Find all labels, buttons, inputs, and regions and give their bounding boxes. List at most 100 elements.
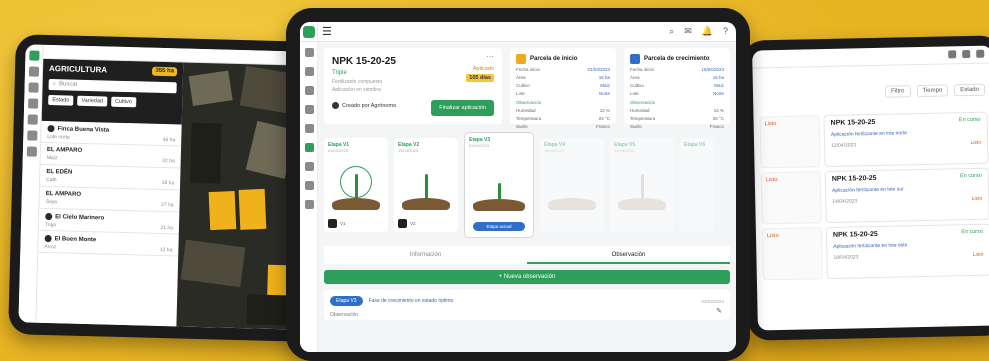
sort-dropdown[interactable]: Estado [954, 83, 986, 97]
add-observation-button[interactable]: + Nueva observación [324, 270, 730, 284]
list-item[interactable]: El Buen Monte Arroz 12 ha [38, 230, 179, 257]
task-mini-card[interactable]: Listo [761, 227, 823, 281]
area-badge: 355 ha [152, 66, 178, 77]
selected-field[interactable] [238, 188, 267, 230]
home-icon[interactable] [304, 48, 314, 57]
info-value: Norte [712, 91, 724, 96]
stage-thumbnail[interactable]: V1 [328, 219, 346, 228]
tab-observation[interactable]: Observación [527, 246, 730, 264]
plant-icon[interactable] [304, 143, 314, 152]
stage-card[interactable]: Etapa V4 15/04/2023 [540, 138, 604, 232]
stage-card[interactable]: Etapa V1 01/03/2023 V1 [324, 138, 388, 232]
item-meta: Maíz [46, 154, 58, 162]
info-value: Maíz [714, 83, 724, 88]
soil-icon [548, 198, 596, 210]
observation-text[interactable]: Fase de crecimiento en estado óptimo [369, 298, 454, 304]
task-pill: Listo [972, 251, 984, 258]
search-icon[interactable]: ⌕ [669, 26, 674, 37]
info-value: 15/04/2023 [701, 67, 724, 72]
help-icon[interactable]: ? [723, 26, 728, 37]
plot-icon [516, 54, 526, 64]
more-options-icon[interactable]: ⋯ [486, 52, 494, 61]
stage-card[interactable]: Etapa V5 01/05/2023 [610, 138, 674, 232]
filter-dropdown[interactable]: Variedad [77, 95, 108, 107]
map-field[interactable] [180, 239, 246, 288]
tab-information[interactable]: Información [324, 252, 527, 258]
item-title: EL AMPARO [45, 190, 82, 198]
finish-application-button[interactable]: Finalizar aplicación [431, 100, 494, 116]
chart-icon[interactable] [304, 86, 314, 95]
task-pill: Listo [970, 139, 982, 146]
item-value: 45 ha [162, 137, 176, 144]
info-value: 26 °C [712, 116, 724, 121]
chart-icon[interactable] [28, 98, 39, 109]
menu-icon[interactable]: ☰ [322, 25, 332, 38]
bell-icon[interactable] [976, 49, 985, 58]
info-value: 01/03/2023 [587, 67, 610, 72]
search-icon[interactable] [948, 50, 957, 59]
info-key: Cultivo [630, 83, 644, 88]
info-value: Franco [709, 124, 724, 129]
task-link[interactable]: Aplicación fertilizante en lote este [833, 241, 983, 250]
stage-thumbnail[interactable]: V2 [398, 219, 416, 228]
stage-card[interactable]: Etapa V6 [680, 138, 714, 232]
sort-dropdown[interactable]: Tiempo [916, 84, 949, 98]
box-icon[interactable] [304, 181, 314, 190]
task-link[interactable]: Aplicación fertilizante en lote sur [832, 185, 982, 194]
task-card[interactable]: NPK 15-20-25 En curso Aplicación fertiliz… [823, 111, 989, 168]
item-title: El Buen Monte [54, 235, 97, 243]
status-badge: Aplicado 105 días [466, 66, 494, 82]
task-mini-card[interactable]: Listo [760, 171, 822, 225]
task-title: NPK 15-20-25 [832, 230, 878, 239]
item-meta: Lote norte [47, 133, 70, 141]
bell-icon[interactable]: 🔔 [702, 26, 713, 37]
selected-field[interactable] [208, 191, 237, 231]
left-list-panel: AGRICULTURA 355 ha ⌕ Buscar Estado Varie… [36, 58, 184, 327]
task-date: 18/04/2023 [833, 254, 859, 261]
calendar-icon[interactable] [304, 124, 314, 133]
map-field[interactable] [188, 70, 233, 107]
info-title: Parcela de crecimiento [644, 56, 710, 62]
soil-icon [332, 198, 380, 210]
filter-dropdown[interactable]: Estado [48, 94, 74, 106]
info-key: Área [630, 75, 640, 80]
info-value: Norte [598, 91, 610, 96]
home-icon[interactable] [28, 66, 40, 77]
settings-icon[interactable] [304, 200, 314, 209]
logo-icon[interactable] [29, 50, 40, 61]
layers-icon[interactable] [304, 162, 314, 171]
stage-card[interactable]: Etapa V2 15/03/2023 V2 [394, 138, 458, 232]
desc-line: Aplicación en siembra [332, 86, 381, 93]
map-icon[interactable] [304, 105, 314, 114]
task-mini-card[interactable]: Listo [759, 115, 821, 169]
sort-dropdown[interactable]: Filtro [885, 85, 911, 98]
message-icon[interactable] [962, 49, 971, 59]
thumb-label: V2 [410, 221, 416, 226]
mini-status: Listo [764, 121, 777, 128]
search-placeholder: Buscar [58, 81, 78, 88]
search-input[interactable]: ⌕ Buscar [48, 78, 177, 94]
layers-icon[interactable] [27, 130, 38, 141]
map-field[interactable] [190, 122, 222, 184]
item-value: 18 ha [161, 179, 175, 187]
task-link[interactable]: Aplicación fertilizante en lote norte [831, 129, 981, 138]
task-card[interactable]: NPK 15-20-25 En curso Aplicación fertiliz… [825, 223, 989, 280]
map-icon[interactable] [28, 82, 39, 93]
message-icon[interactable]: ✉ [684, 26, 692, 37]
item-value: 32 ha [162, 157, 175, 165]
task-date: 12/04/2023 [831, 142, 857, 149]
center-main: ⋯ NPK 15-20-25 Triple Fertilizante compu… [318, 42, 736, 352]
info-key: Fecha inicio [516, 67, 541, 72]
user-icon[interactable] [304, 67, 314, 76]
edit-icon[interactable]: ✎ [716, 307, 722, 315]
filter-dropdown[interactable]: Cultivo [110, 96, 136, 108]
settings-icon[interactable] [26, 146, 38, 157]
stage-date: 15/03/2023 [398, 148, 419, 153]
task-card[interactable]: NPK 15-20-25 En curso Aplicación fertiliz… [824, 167, 989, 224]
info-key: Suelo [630, 124, 642, 129]
stage-card-active[interactable]: Etapa V3 01/04/2023 Etapa actual [464, 132, 534, 238]
calendar-icon[interactable] [27, 114, 38, 125]
current-stage-pill[interactable]: Etapa actual [473, 222, 525, 231]
info-value: 15 ha [712, 75, 724, 80]
task-grid: Listo NPK 15-20-25 En curso Aplicación fe… [753, 102, 989, 291]
